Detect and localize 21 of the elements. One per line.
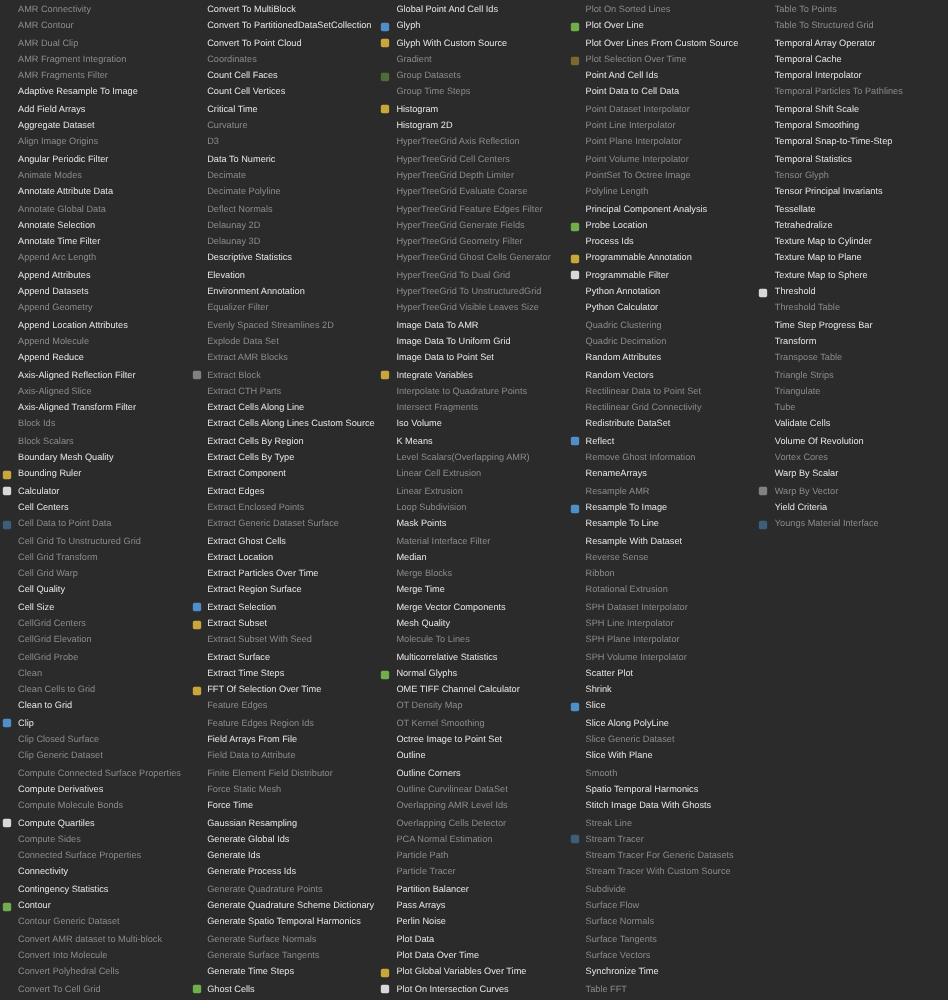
filter-icon [191, 370, 202, 381]
filter-icon [380, 370, 391, 381]
filter-icon [758, 287, 769, 298]
filter-icon [380, 669, 391, 680]
filter-icon [758, 519, 769, 530]
filter-icon [569, 221, 580, 231]
filter-icon [569, 21, 580, 32]
filter-icon [380, 71, 391, 82]
filter-icon [191, 685, 202, 696]
filter-icon [2, 718, 12, 729]
filter-icon [380, 104, 391, 115]
filter-icon [569, 503, 580, 514]
filter-icon [569, 834, 580, 845]
filter-icon [191, 984, 202, 995]
filter-icon [569, 55, 580, 66]
filter-icon [758, 486, 769, 497]
filter-icon [2, 901, 12, 912]
filter-icon [2, 519, 12, 530]
filter-icon [569, 702, 580, 713]
filter-icon [569, 436, 580, 447]
filter-icon [2, 818, 12, 829]
